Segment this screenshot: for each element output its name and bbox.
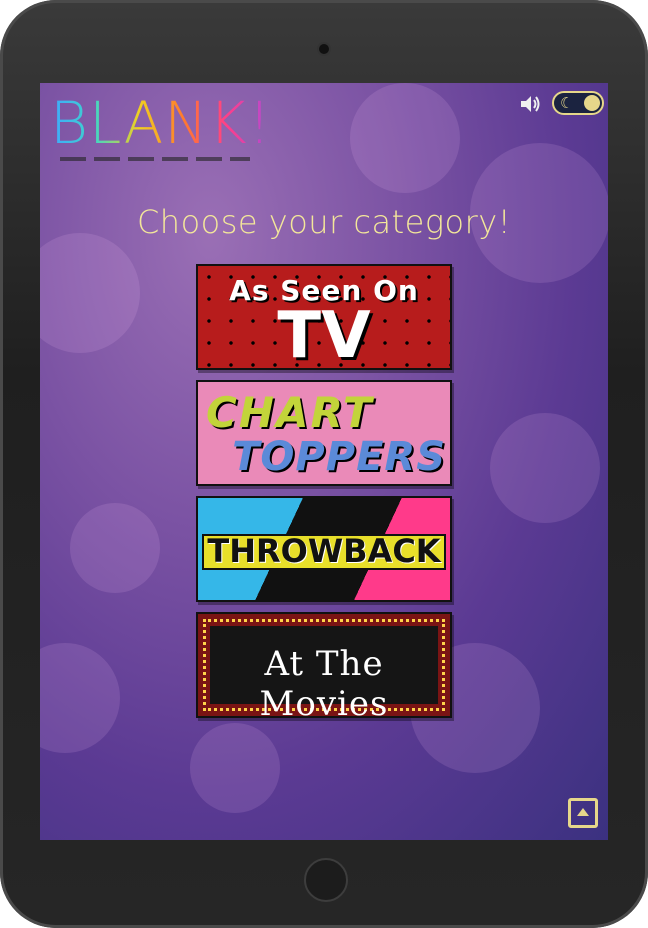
page-title: Choose your category! xyxy=(136,203,512,241)
tablet-frame: BLANK! ☾ Choose your category! As Seen O… xyxy=(0,0,648,928)
category-label: THROWBACK xyxy=(207,532,441,570)
bokeh-decoration xyxy=(40,643,120,753)
bokeh-decoration xyxy=(70,503,160,593)
category-at-the-movies-button[interactable]: At The Movies xyxy=(196,612,452,718)
category-label: CHART xyxy=(206,388,374,437)
category-chart-toppers-button[interactable]: CHART TOPPERS xyxy=(196,380,452,486)
category-label: TOPPERS xyxy=(232,434,446,480)
app-screen: BLANK! ☾ Choose your category! As Seen O… xyxy=(40,83,608,840)
toggle-knob xyxy=(584,95,600,111)
scroll-top-button[interactable] xyxy=(568,798,598,828)
home-button[interactable] xyxy=(304,858,348,902)
moon-icon: ☾ xyxy=(560,94,574,112)
speaker-icon[interactable] xyxy=(520,95,542,113)
category-as-seen-on-tv-button[interactable]: As Seen On TV xyxy=(196,264,452,370)
logo-underline-dashes xyxy=(60,157,250,161)
arrow-up-icon xyxy=(577,808,589,816)
theme-toggle[interactable]: ☾ xyxy=(552,91,604,115)
app-logo: BLANK! xyxy=(50,89,272,157)
bokeh-decoration xyxy=(490,413,600,523)
bokeh-decoration xyxy=(40,233,140,353)
camera xyxy=(319,44,329,54)
bokeh-decoration xyxy=(350,83,460,193)
bokeh-decoration xyxy=(190,723,280,813)
category-throwback-button[interactable]: THROWBACK xyxy=(196,496,452,602)
category-label: At The Movies xyxy=(259,644,389,718)
category-label: TV xyxy=(277,299,371,370)
